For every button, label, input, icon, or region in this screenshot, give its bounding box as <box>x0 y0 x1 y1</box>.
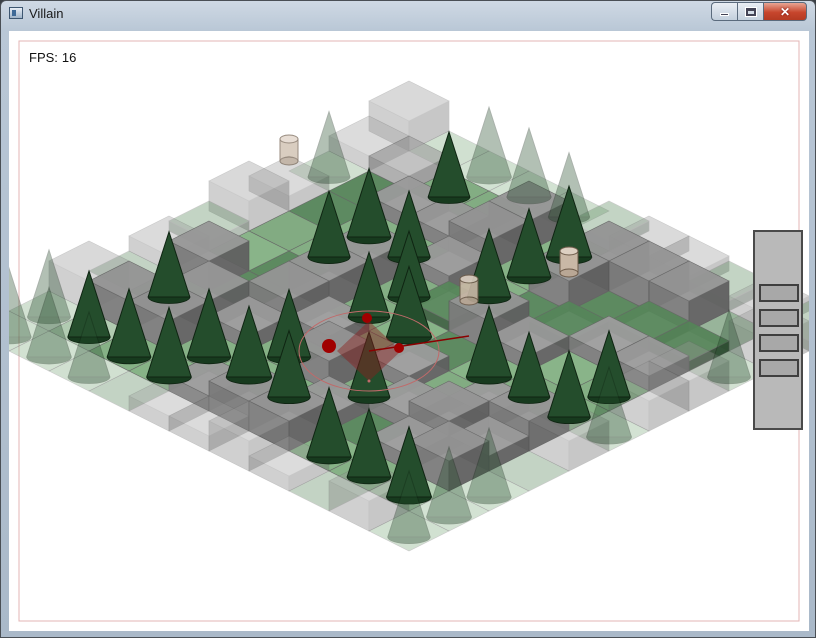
minimize-button[interactable] <box>711 2 737 21</box>
isometric-scene[interactable] <box>9 31 809 631</box>
panel-slot-4[interactable] <box>759 359 799 377</box>
fps-counter: FPS: 16 <box>29 50 80 65</box>
window-controls: ✕ <box>711 2 807 21</box>
game-window: Villain ✕ FPS: 16 <box>0 0 816 638</box>
barrel <box>559 246 579 278</box>
panel-slot-2[interactable] <box>759 309 799 327</box>
barrel-top <box>559 246 579 256</box>
barrel-top <box>459 274 479 284</box>
barrel-bottom <box>279 156 299 166</box>
window-title: Villain <box>29 6 64 21</box>
title-bar[interactable]: Villain ✕ <box>1 1 815 27</box>
fps-label: FPS: <box>29 50 58 65</box>
panel-slot-1[interactable] <box>759 284 799 302</box>
game-viewport[interactable]: FPS: 16 <box>9 31 809 631</box>
maximize-icon <box>744 6 757 17</box>
barrel <box>459 274 479 306</box>
tree-cone <box>466 105 512 178</box>
fps-value: 16 <box>61 50 77 65</box>
panel-slot-3[interactable] <box>759 334 799 352</box>
minimize-icon <box>720 13 729 16</box>
unit-marker <box>362 313 372 323</box>
close-icon: ✕ <box>779 4 791 19</box>
tree-cone <box>506 126 552 198</box>
barrel <box>279 134 299 166</box>
close-button[interactable]: ✕ <box>763 2 807 21</box>
app-window-icon <box>9 7 23 19</box>
selection-center-dot <box>367 379 371 383</box>
barrel-bottom <box>559 268 579 278</box>
barrel-bottom <box>459 296 479 306</box>
barrel-top <box>279 134 299 144</box>
maximize-button[interactable] <box>737 2 763 21</box>
unit-marker <box>322 339 336 353</box>
side-panel <box>753 230 803 430</box>
unit-marker <box>394 343 404 353</box>
